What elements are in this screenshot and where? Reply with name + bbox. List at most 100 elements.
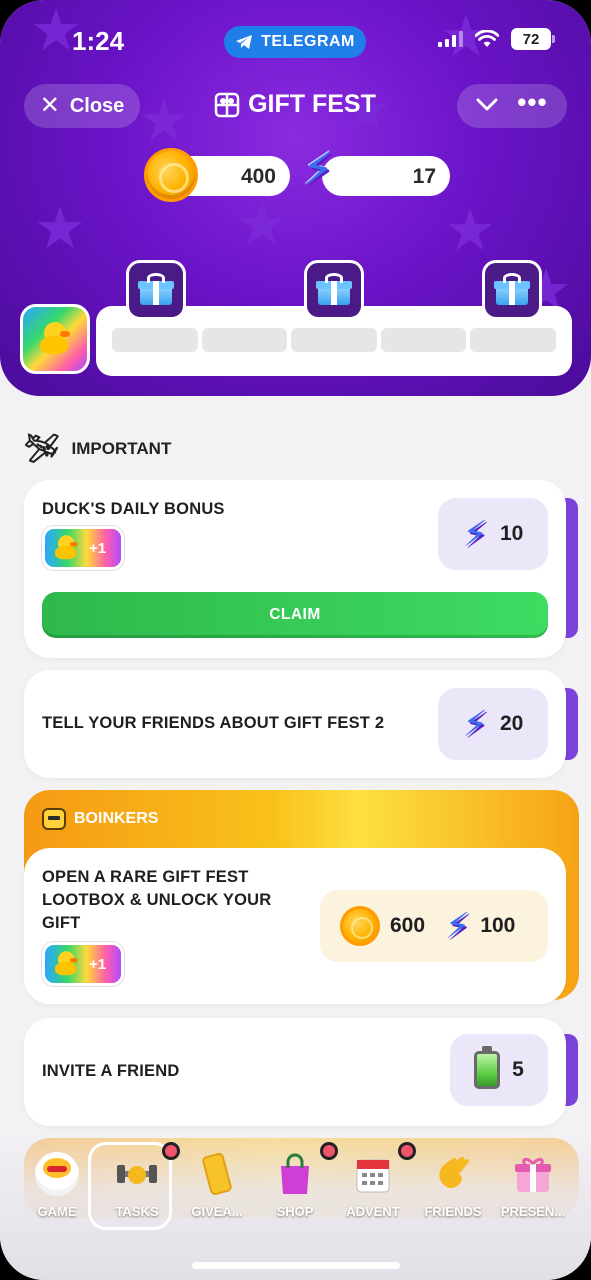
- nav-label: SHOP: [276, 1204, 314, 1219]
- game-icon: [35, 1152, 79, 1196]
- reward-pill: ⚡ 10: [438, 498, 548, 570]
- signal-icon: [438, 31, 463, 47]
- nav-presents[interactable]: PRESEN...: [492, 1152, 574, 1232]
- task-title: DUCK'S DAILY BONUS: [42, 500, 225, 518]
- notification-dot: [162, 1142, 180, 1160]
- nav-label: TASKS: [115, 1204, 159, 1219]
- task-card-invite[interactable]: INVITE A FRIEND 5: [24, 1018, 566, 1126]
- duck-plane-icon: 🛩: [24, 433, 60, 464]
- gift-milestone-3[interactable]: [482, 260, 542, 320]
- task-title-line: LOOTBOX & UNLOCK YOUR: [42, 891, 272, 909]
- gift-milestone-2[interactable]: [304, 260, 364, 320]
- duck-avatar[interactable]: [20, 304, 90, 374]
- chevron-down-icon[interactable]: [476, 95, 498, 118]
- badge-label: +1: [89, 955, 107, 973]
- task-title-line: OPEN A RARE GIFT FEST: [42, 868, 249, 886]
- energy-balance: 17: [322, 156, 450, 196]
- progress-segment: [112, 328, 198, 352]
- reward-amount: 20: [499, 712, 524, 735]
- nav-advent[interactable]: ADVENT: [332, 1152, 414, 1232]
- gift-milestone-1[interactable]: [126, 260, 186, 320]
- nav-game[interactable]: GAME: [16, 1152, 98, 1232]
- progress-segment: [291, 328, 377, 352]
- gift-icon: [494, 273, 530, 305]
- star-decoration: ★: [444, 198, 496, 263]
- present-icon: [511, 1152, 555, 1196]
- duck-icon: [55, 535, 78, 561]
- menu-pill: •••: [457, 84, 567, 128]
- ticket-icon: [195, 1152, 239, 1196]
- duck-bonus-badge: +1: [42, 526, 124, 570]
- duck-icon: [55, 951, 78, 977]
- nav-shop[interactable]: SHOP: [254, 1152, 336, 1232]
- lightning-icon: ⚡: [302, 143, 335, 195]
- telegram-pill[interactable]: TELEGRAM: [224, 26, 366, 58]
- reward-coins: 600: [390, 914, 426, 937]
- gift-progress: [0, 256, 591, 386]
- nav-label: FRIENDS: [424, 1204, 482, 1219]
- calendar-icon: [351, 1152, 395, 1196]
- duck-bonus-badge: +1: [42, 942, 124, 986]
- nav-label: ADVENT: [346, 1204, 400, 1219]
- close-label: Close: [69, 94, 125, 117]
- notification-dot: [398, 1142, 416, 1160]
- boinkers-icon: [42, 808, 66, 830]
- task-title: TELL YOUR FRIENDS ABOUT GIFT FEST 2: [42, 714, 385, 732]
- boinkers-header: BOINKERS: [42, 808, 158, 830]
- task-card-lootbox[interactable]: OPEN A RARE GIFT FEST LOOTBOX & UNLOCK Y…: [24, 848, 566, 1004]
- gift-fest-icon: [214, 92, 240, 117]
- clock: 1:24: [72, 26, 125, 56]
- task-title-line: GIFT: [42, 914, 81, 932]
- coin-icon: [340, 906, 380, 946]
- star-decoration: ★: [34, 196, 86, 261]
- task-card-tell-friends[interactable]: TELL YOUR FRIENDS ABOUT GIFT FEST 2 ⚡ 20: [24, 670, 566, 778]
- task-title: INVITE A FRIEND: [42, 1062, 180, 1080]
- nav-giveaways[interactable]: GIVEA...: [176, 1152, 258, 1232]
- reward-pill: ⚡ 20: [438, 688, 548, 760]
- notification-dot: [320, 1142, 338, 1160]
- dumbbell-icon: [115, 1152, 159, 1196]
- more-icon[interactable]: •••: [517, 89, 547, 115]
- lightning-icon: ⚡: [462, 513, 488, 554]
- shopping-bag-icon: [273, 1152, 317, 1196]
- progress-segment: [380, 328, 467, 352]
- nav-tasks[interactable]: TASKS: [88, 1142, 178, 1232]
- reward-amount: 5: [512, 1058, 524, 1081]
- task-title: OPEN A RARE GIFT FEST LOOTBOX & UNLOCK Y…: [42, 866, 271, 935]
- progress-segment: [201, 328, 288, 352]
- telegram-icon: [236, 35, 253, 49]
- page-title-text: GIFT FEST: [248, 90, 376, 118]
- claim-button[interactable]: CLAIM: [42, 592, 548, 638]
- progress-segment: [470, 328, 556, 352]
- app-screen: ★ ★ ★ ★ ★ ★ ★ ★ 1:24 TELEGRAM 72 ✕ Close…: [0, 0, 591, 1280]
- nav-label: PRESEN...: [500, 1204, 566, 1219]
- badge-label: +1: [89, 539, 107, 557]
- coin-icon: [144, 148, 198, 202]
- battery-indicator: 72: [511, 28, 555, 50]
- gift-icon: [316, 273, 352, 305]
- nav-label: GIVEA...: [191, 1204, 243, 1219]
- progress-bar: [112, 328, 556, 352]
- reward-energy: 100: [480, 914, 516, 937]
- nav-label: GAME: [37, 1204, 77, 1219]
- status-bar: 1:24 TELEGRAM 72: [0, 18, 591, 62]
- waving-hand-icon: [431, 1152, 475, 1196]
- lightning-icon: ⚡: [462, 703, 488, 744]
- task-card-daily-bonus: DUCK'S DAILY BONUS +1 ⚡ 10 CLAIM: [24, 480, 566, 658]
- reward-amount: 10: [499, 522, 524, 545]
- reward-pill: 600 ⚡ 100: [320, 890, 548, 962]
- close-button[interactable]: ✕ Close: [24, 84, 140, 128]
- bottom-nav: GAME TASKS GIVEA... SHOP ADVENT FRIENDS …: [0, 1132, 591, 1280]
- gift-icon: [138, 273, 174, 305]
- nav-friends[interactable]: FRIENDS: [412, 1152, 494, 1232]
- reward-pill: 5: [450, 1034, 548, 1106]
- status-icons: 72: [438, 28, 555, 50]
- balances: 400 17 ⚡: [0, 143, 591, 208]
- page-title: GIFT FEST: [200, 90, 390, 119]
- lightning-icon: ⚡: [445, 905, 471, 946]
- energy-battery-icon: [474, 1046, 501, 1089]
- boinkers-title: BOINKERS: [74, 810, 159, 827]
- section-header-important: 🛩 IMPORTANT: [24, 432, 171, 465]
- wifi-icon: [475, 30, 499, 47]
- home-indicator[interactable]: [192, 1262, 400, 1269]
